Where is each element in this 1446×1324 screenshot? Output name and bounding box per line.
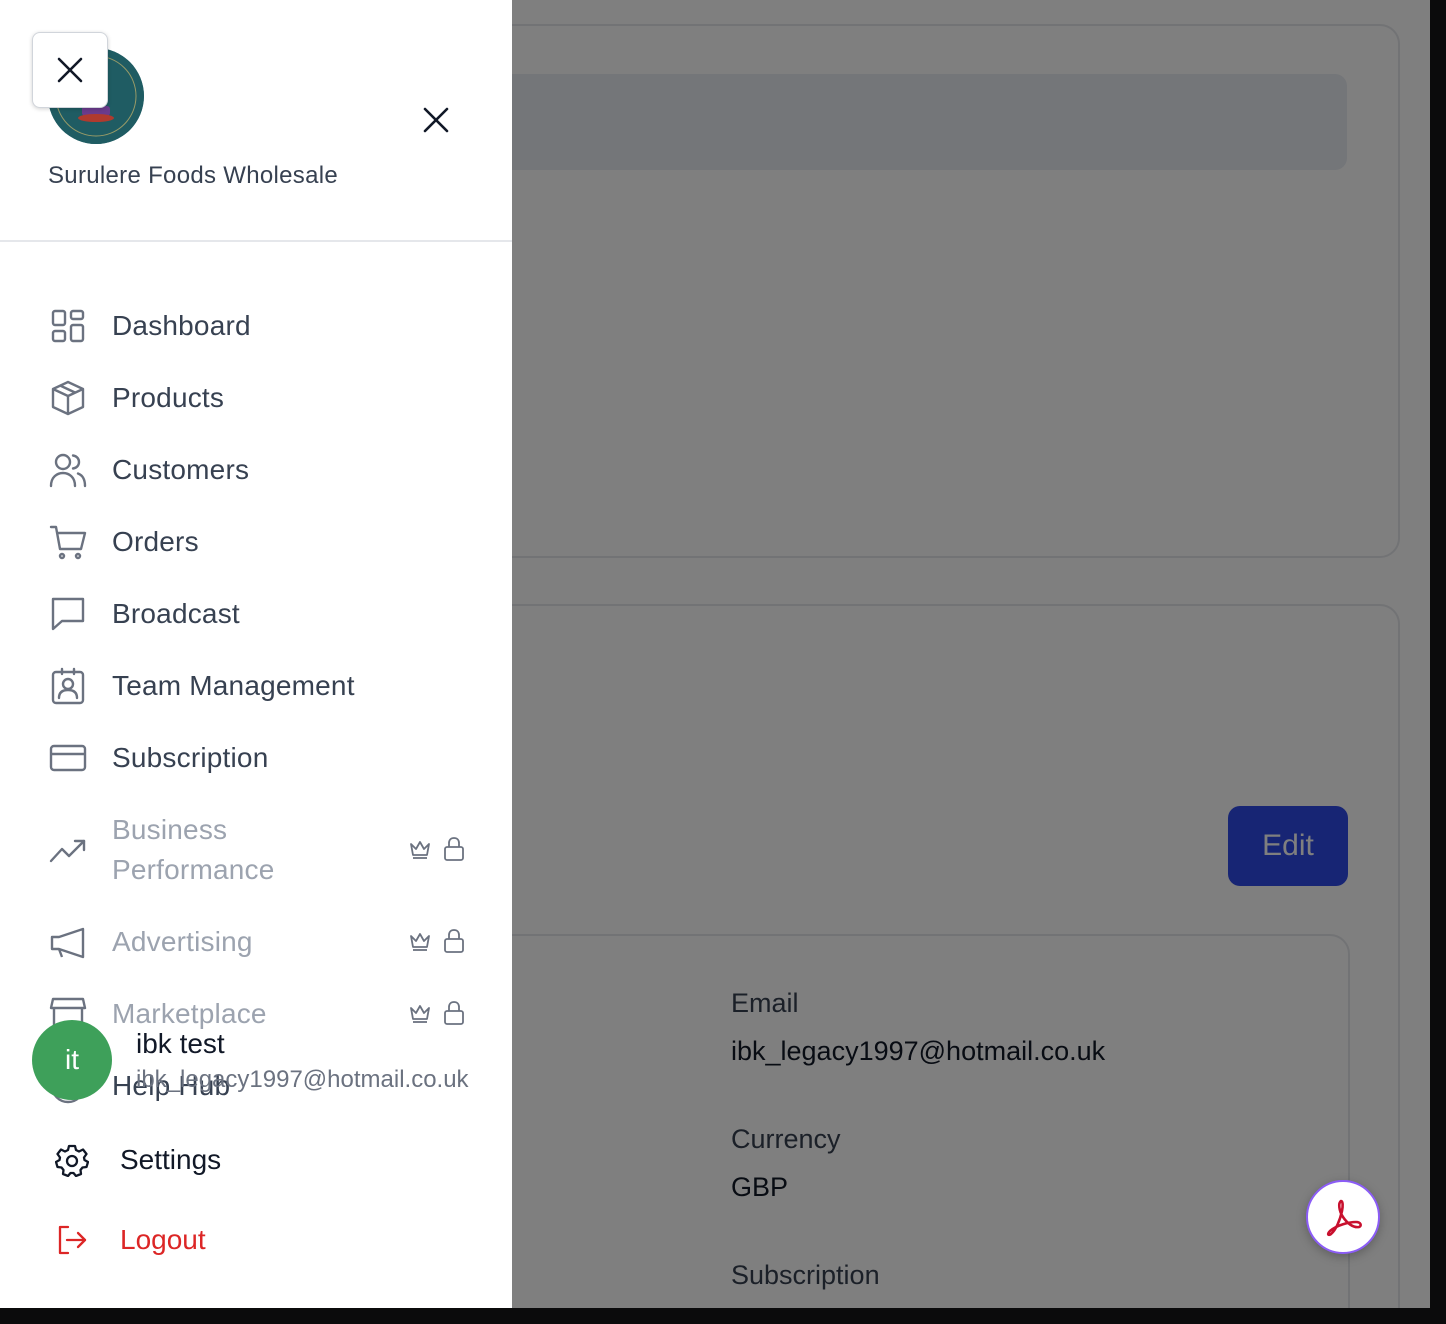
lock-icon xyxy=(444,929,464,953)
cart-icon xyxy=(48,522,88,562)
close-drawer-button[interactable] xyxy=(32,32,108,108)
sidebar-item-label: Team Management xyxy=(112,670,355,701)
settings-link[interactable]: Settings xyxy=(52,1140,221,1180)
sidebar-item-label: Broadcast xyxy=(112,598,240,629)
sidebar-item-customers[interactable]: Customers xyxy=(48,450,249,490)
trending-up-icon xyxy=(48,830,88,870)
sidebar-item-label: Advertising xyxy=(112,926,253,957)
sidebar-item-label: Marketplace xyxy=(112,998,267,1029)
crown-icon xyxy=(410,933,430,951)
lock-icon xyxy=(444,1001,464,1025)
sidebar-item-business-performance[interactable]: Business Performance xyxy=(48,810,275,890)
sidebar-item-broadcast[interactable]: Broadcast xyxy=(48,594,240,634)
sidebar-item-label: Dashboard xyxy=(112,310,251,341)
close-sidebar-button[interactable] xyxy=(416,100,456,140)
premium-lock-group xyxy=(408,836,466,862)
lock-icon xyxy=(444,837,464,861)
user-avatar[interactable]: it xyxy=(32,1020,112,1100)
pdf-icon xyxy=(1326,1199,1362,1237)
sidebar-item-label: Subscription xyxy=(112,742,269,773)
user-name: ibk test xyxy=(136,1028,225,1059)
gear-icon xyxy=(52,1140,92,1180)
sidebar-item-team-management[interactable]: Team Management xyxy=(48,666,355,706)
sidebar-drawer: Surulere Foods Wholesale Dashboard Produ… xyxy=(0,0,512,1308)
app-window: Edit Email ibk_legacy1997@hotmail.co.uk … xyxy=(0,0,1430,1308)
crown-icon xyxy=(410,841,430,859)
premium-lock-group xyxy=(408,1000,466,1026)
logout-link[interactable]: Logout xyxy=(52,1220,206,1260)
sidebar-item-orders[interactable]: Orders xyxy=(48,522,199,562)
megaphone-icon xyxy=(48,922,88,962)
users-icon xyxy=(48,450,88,490)
logout-icon xyxy=(52,1220,92,1260)
message-icon xyxy=(48,594,88,634)
sidebar-item-products[interactable]: Products xyxy=(48,378,224,418)
close-icon xyxy=(423,107,449,133)
sidebar-item-dashboard[interactable]: Dashboard xyxy=(48,306,251,346)
logout-label: Logout xyxy=(120,1224,206,1255)
sidebar-item-label: Products xyxy=(112,382,225,413)
sidebar-item-label: Orders xyxy=(112,526,199,557)
id-badge-icon xyxy=(48,666,88,706)
box-icon xyxy=(48,378,88,418)
settings-label: Settings xyxy=(120,1144,222,1175)
sidebar-item-advertising[interactable]: Advertising xyxy=(48,922,253,962)
credit-card-icon xyxy=(48,738,88,778)
sidebar-item-label: Customers xyxy=(112,454,250,485)
crown-icon xyxy=(410,1005,430,1023)
pdf-button[interactable] xyxy=(1306,1180,1380,1254)
business-name: Surulere Foods Wholesale xyxy=(48,162,339,189)
drawer-header: Surulere Foods Wholesale xyxy=(0,0,512,242)
user-email: ibk_legacy1997@hotmail.co.uk xyxy=(136,1066,469,1093)
close-icon xyxy=(57,57,83,83)
sidebar-item-subscription[interactable]: Subscription xyxy=(48,738,268,778)
premium-lock-group xyxy=(408,928,466,954)
dashboard-grid-icon xyxy=(48,306,88,346)
sidebar-item-label: Business Performance xyxy=(112,814,275,885)
